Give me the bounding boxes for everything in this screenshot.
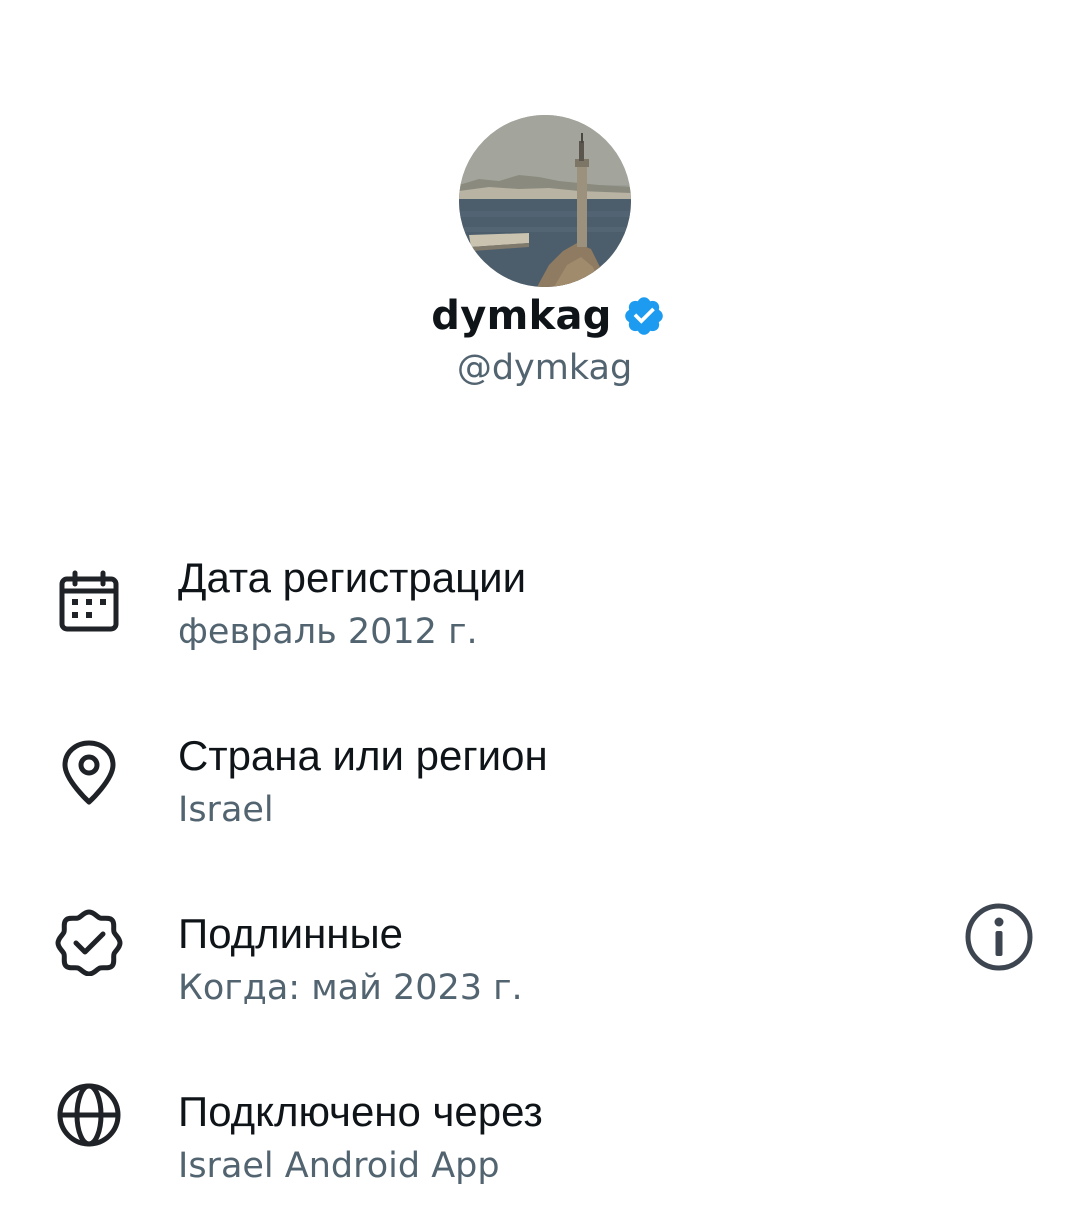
display-name-row: dymkag xyxy=(0,288,1089,344)
about-item-value: Israel xyxy=(178,790,274,830)
about-item-verified: Подлинные Когда: май 2023 г. xyxy=(0,878,1089,1028)
about-item-country: Страна или регион Israel xyxy=(0,700,1089,850)
verified-badge-icon[interactable] xyxy=(622,294,666,338)
about-item-value: Когда: май 2023 г. xyxy=(178,968,523,1008)
avatar-photo xyxy=(459,115,631,287)
about-item-label: Дата регистрации xyxy=(178,554,527,601)
profile-header: dymkag @dymkag xyxy=(0,0,1089,420)
globe-icon xyxy=(54,1080,124,1150)
avatar[interactable] xyxy=(459,115,631,287)
about-item-label: Страна или регион xyxy=(178,732,548,779)
info-icon[interactable] xyxy=(962,900,1036,974)
display-name: dymkag xyxy=(431,293,612,339)
about-item-connected-via: Подключено через Israel Android App xyxy=(0,1056,1089,1206)
about-item-value: февраль 2012 г. xyxy=(178,612,478,652)
user-handle: @dymkag xyxy=(456,348,633,388)
about-item-label: Подлинные xyxy=(178,910,404,957)
location-pin-icon xyxy=(54,738,124,808)
about-item-label: Подключено через xyxy=(178,1088,543,1135)
about-item-value: Israel Android App xyxy=(178,1146,500,1186)
verified-check-icon xyxy=(54,906,124,976)
about-item-registration-date: Дата регистрации февраль 2012 г. xyxy=(0,522,1089,672)
calendar-icon xyxy=(54,568,124,638)
